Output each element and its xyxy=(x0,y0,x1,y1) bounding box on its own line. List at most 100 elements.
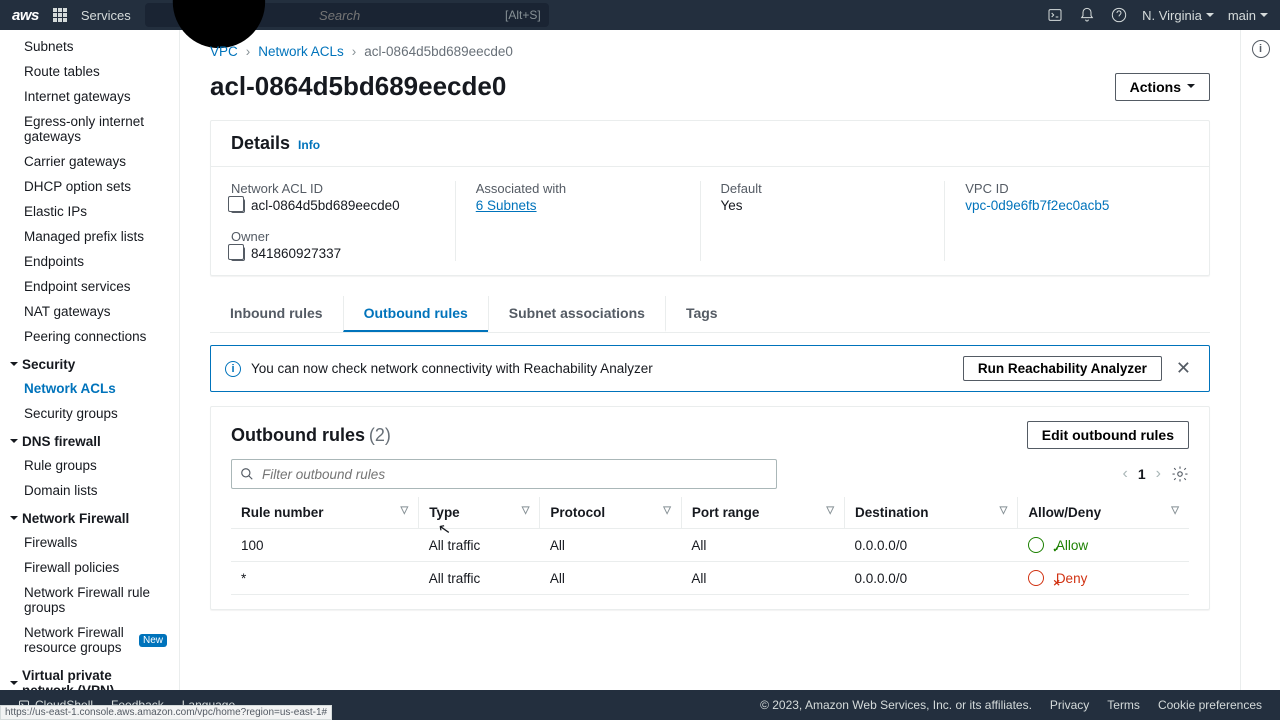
actions-button[interactable]: Actions xyxy=(1115,73,1210,101)
new-badge: New xyxy=(139,634,167,647)
region-selector[interactable]: N. Virginia xyxy=(1142,8,1214,23)
vpc-id-label: VPC ID xyxy=(965,181,1169,196)
caret-down-icon xyxy=(10,439,18,447)
assoc-label: Associated with xyxy=(476,181,680,196)
sidebar-item-dhcp[interactable]: DHCP option sets xyxy=(0,174,179,199)
breadcrumb: VPC › Network ACLs › acl-0864d5bd689eecd… xyxy=(210,44,1210,59)
assoc-value[interactable]: 6 Subnets xyxy=(476,198,680,213)
default-label: Default xyxy=(721,181,925,196)
col-type[interactable]: Type▽ xyxy=(419,497,540,529)
sidebar-item-nat-gw[interactable]: NAT gateways xyxy=(0,299,179,324)
rules-table: Rule number▽ Type▽ Protocol▽ Port range▽… xyxy=(231,497,1189,595)
tabs: Inbound rules Outbound rules Subnet asso… xyxy=(210,296,1210,333)
footer-cookie[interactable]: Cookie preferences xyxy=(1158,698,1262,712)
help-icon[interactable] xyxy=(1110,6,1128,24)
reachability-banner: i You can now check network connectivity… xyxy=(210,345,1210,392)
sidebar-item-carrier-gw[interactable]: Carrier gateways xyxy=(0,149,179,174)
table-row[interactable]: * All traffic All All 0.0.0.0/0 Deny xyxy=(231,562,1189,595)
sidebar-item-igw[interactable]: Internet gateways xyxy=(0,84,179,109)
outbound-rules-panel: Outbound rules (2) Edit outbound rules ‹… xyxy=(210,406,1210,610)
sidebar-item-endpoint-services[interactable]: Endpoint services xyxy=(0,274,179,299)
footer-privacy[interactable]: Privacy xyxy=(1050,698,1089,712)
sidebar-section-dns[interactable]: DNS firewall xyxy=(0,426,179,453)
col-destination[interactable]: Destination▽ xyxy=(845,497,1018,529)
sidebar-item-netfw-rule-groups[interactable]: Network Firewall rule groups xyxy=(0,580,179,620)
details-title: Details xyxy=(231,133,290,154)
sidebar-item-firewalls[interactable]: Firewalls xyxy=(0,530,179,555)
footer-copyright: © 2023, Amazon Web Services, Inc. or its… xyxy=(760,698,1032,712)
services-grid-icon[interactable] xyxy=(53,8,67,22)
services-link[interactable]: Services xyxy=(81,8,131,23)
page-title: acl-0864d5bd689eecde0 xyxy=(210,71,506,102)
sidebar-item-rule-groups[interactable]: Rule groups xyxy=(0,453,179,478)
footer-terms[interactable]: Terms xyxy=(1107,698,1140,712)
tab-subnet-assoc[interactable]: Subnet associations xyxy=(488,296,665,332)
copy-icon[interactable] xyxy=(231,247,245,261)
search-shortcut: [Alt+S] xyxy=(505,8,541,22)
tab-tags[interactable]: Tags xyxy=(665,296,738,332)
allow-badge: Allow xyxy=(1028,537,1179,553)
caret-down-icon xyxy=(10,516,18,524)
sidebar-item-eigw[interactable]: Egress-only internet gateways xyxy=(0,109,179,149)
filter-input-wrap[interactable] xyxy=(231,459,777,489)
info-panel-icon[interactable]: i xyxy=(1252,40,1270,58)
sidebar-item-firewall-policies[interactable]: Firewall policies xyxy=(0,555,179,580)
copy-icon[interactable] xyxy=(231,199,245,213)
sidebar-section-netfw[interactable]: Network Firewall xyxy=(0,503,179,530)
breadcrumb-nacls[interactable]: Network ACLs xyxy=(258,44,344,59)
col-allow-deny[interactable]: Allow/Deny▽ xyxy=(1018,497,1189,529)
info-icon: i xyxy=(225,361,241,377)
sidebar-section-security[interactable]: Security xyxy=(0,349,179,376)
sidebar-item-domain-lists[interactable]: Domain lists xyxy=(0,478,179,503)
user-menu[interactable]: main xyxy=(1228,8,1268,23)
main-content: VPC › Network ACLs › acl-0864d5bd689eecd… xyxy=(180,30,1240,690)
sidebar-section-vpn[interactable]: Virtual private network (VPN) xyxy=(0,660,179,690)
breadcrumb-vpc[interactable]: VPC xyxy=(210,44,238,59)
sidebar-item-security-groups[interactable]: Security groups xyxy=(0,401,179,426)
edit-outbound-rules-button[interactable]: Edit outbound rules xyxy=(1027,421,1189,449)
search-icon xyxy=(240,467,254,481)
pager-page: 1 xyxy=(1138,466,1146,482)
col-protocol[interactable]: Protocol▽ xyxy=(540,497,682,529)
sidebar-item-eips[interactable]: Elastic IPs xyxy=(0,199,179,224)
col-port-range[interactable]: Port range▽ xyxy=(681,497,844,529)
sidebar-item-peering[interactable]: Peering connections xyxy=(0,324,179,349)
tab-outbound[interactable]: Outbound rules xyxy=(343,296,488,332)
sidebar-item-endpoints[interactable]: Endpoints xyxy=(0,249,179,274)
owner-value: 841860927337 xyxy=(251,246,341,261)
top-nav: aws Services [Alt+S] N. Virginia main xyxy=(0,0,1280,30)
notifications-icon[interactable] xyxy=(1078,6,1096,24)
caret-down-icon xyxy=(10,362,18,370)
sidebar-item-network-acls[interactable]: Network ACLs xyxy=(0,376,179,401)
col-rule-number[interactable]: Rule number▽ xyxy=(231,497,419,529)
deny-badge: Deny xyxy=(1028,570,1179,586)
tab-inbound[interactable]: Inbound rules xyxy=(210,296,343,332)
right-rail: i xyxy=(1240,30,1280,690)
chevron-right-icon: › xyxy=(352,44,357,59)
vpc-id-value[interactable]: vpc-0d9e6fb7f2ec0acb5 xyxy=(965,198,1169,213)
details-panel: Details Info Network ACL ID acl-0864d5bd… xyxy=(210,120,1210,276)
banner-text: You can now check network connectivity w… xyxy=(251,361,953,376)
sidebar: Subnets Route tables Internet gateways E… xyxy=(0,30,180,690)
pager-prev-icon[interactable]: ‹ xyxy=(1123,465,1128,483)
aws-logo[interactable]: aws xyxy=(12,7,39,24)
settings-gear-icon[interactable] xyxy=(1171,465,1189,483)
details-info-link[interactable]: Info xyxy=(298,138,320,152)
sidebar-item-subnets[interactable]: Subnets xyxy=(0,34,179,59)
table-row[interactable]: 100 All traffic All All 0.0.0.0/0 Allow xyxy=(231,529,1189,562)
chevron-right-icon: › xyxy=(246,44,251,59)
search-input-wrap[interactable]: [Alt+S] xyxy=(145,3,549,27)
status-bar-url: https://us-east-1.console.aws.amazon.com… xyxy=(0,705,332,720)
nacl-id-value: acl-0864d5bd689eecde0 xyxy=(251,198,400,213)
close-icon[interactable]: ✕ xyxy=(1172,358,1195,379)
sidebar-item-prefix-lists[interactable]: Managed prefix lists xyxy=(0,224,179,249)
sidebar-item-route-tables[interactable]: Route tables xyxy=(0,59,179,84)
sidebar-item-netfw-resource-groups[interactable]: Network Firewall resource groupsNew xyxy=(0,620,179,660)
breadcrumb-current: acl-0864d5bd689eecde0 xyxy=(364,44,513,59)
pager-next-icon[interactable]: › xyxy=(1156,465,1161,483)
run-reachability-button[interactable]: Run Reachability Analyzer xyxy=(963,356,1162,381)
rules-title: Outbound rules xyxy=(231,425,365,445)
filter-input[interactable] xyxy=(262,467,768,482)
cloudshell-icon[interactable] xyxy=(1046,6,1064,24)
search-input[interactable] xyxy=(319,8,497,23)
